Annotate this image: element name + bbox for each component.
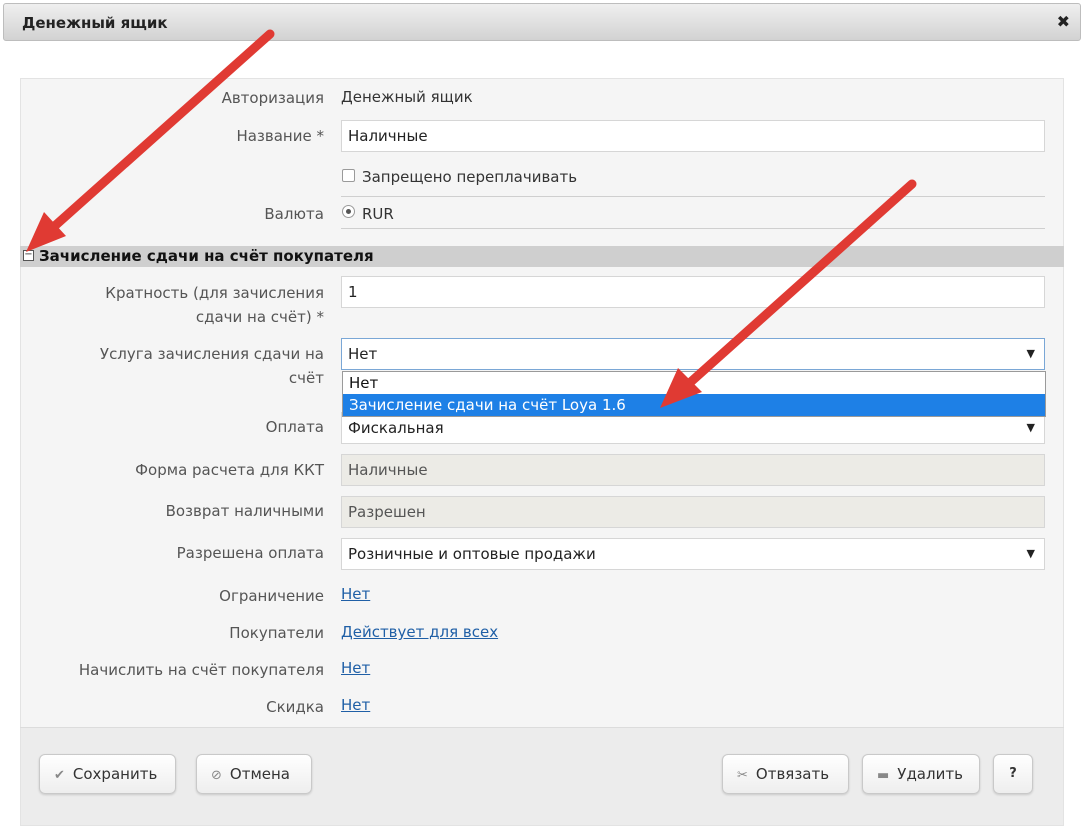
ban-icon: ⊘ (211, 768, 222, 783)
check-icon: ✔ (54, 768, 65, 783)
section-change-credit[interactable]: − Зачисление сдачи на счёт покупателя (20, 246, 1064, 267)
currency-value: RUR (362, 205, 394, 223)
credit-account-label: Начислить на счёт покупателя (78, 661, 324, 679)
divider (341, 196, 1045, 197)
multiplicity-label: Кратность (для зачисления сдачи на счёт)… (105, 284, 324, 326)
save-button[interactable]: ✔ Сохранить (39, 754, 176, 794)
unlink-button[interactable]: ✂ Отвязать (722, 754, 849, 794)
collapse-icon[interactable]: − (23, 250, 34, 261)
allowed-payment-value: Розничные и оптовые продажи (348, 545, 596, 563)
authorization-label: Авторизация (221, 89, 324, 107)
buyers-link[interactable]: Действует для всех (341, 620, 498, 644)
payment-value: Фискальная (348, 419, 444, 437)
buyers-label: Покупатели (229, 624, 324, 642)
change-service-select[interactable]: Нет ▼ (341, 338, 1045, 370)
delete-button[interactable]: ▬ Удалить (862, 754, 980, 794)
currency-radio[interactable] (342, 205, 355, 218)
payment-label: Оплата (265, 418, 324, 436)
discount-link[interactable]: Нет (341, 693, 370, 717)
divider (341, 228, 1045, 229)
dropdown-option-none[interactable]: Нет (343, 372, 1045, 394)
cash-return-field: Разрешен (341, 496, 1045, 528)
section-title: Зачисление сдачи на счёт покупателя (39, 247, 374, 265)
restriction-link[interactable]: Нет (341, 582, 370, 606)
credit-account-link[interactable]: Нет (341, 656, 370, 680)
window-titlebar: Денежный ящик ✖ (3, 3, 1081, 41)
change-service-label: Услуга зачисления сдачи на счёт (99, 345, 324, 387)
change-service-dropdown[interactable]: Нет Зачисление сдачи на счёт Loya 1.6 (342, 371, 1046, 417)
scissors-icon: ✂ (737, 768, 748, 783)
caret-down-icon: ▼ (1026, 547, 1035, 560)
no-overpay-checkbox[interactable] (342, 169, 355, 182)
help-button[interactable]: ? (993, 754, 1033, 794)
change-service-value: Нет (348, 345, 378, 363)
kkt-form-label: Форма расчета для ККТ (135, 461, 324, 479)
caret-down-icon: ▼ (1026, 347, 1035, 360)
currency-label: Валюта (264, 205, 324, 223)
minus-icon: ▬ (877, 768, 890, 783)
name-input[interactable]: Наличные (341, 120, 1045, 152)
kkt-form-field: Наличные (341, 454, 1045, 486)
restriction-label: Ограничение (219, 587, 324, 605)
close-icon[interactable]: ✖ (1057, 12, 1070, 31)
window-title: Денежный ящик (22, 14, 168, 32)
discount-label: Скидка (266, 698, 324, 716)
multiplicity-input[interactable]: 1 (341, 276, 1045, 308)
name-label: Название * (236, 127, 324, 145)
allowed-payment-select[interactable]: Розничные и оптовые продажи ▼ (341, 538, 1045, 570)
allowed-payment-label: Разрешена оплата (176, 544, 324, 562)
cash-return-label: Возврат наличными (165, 502, 324, 520)
no-overpay-label: Запрещено переплачивать (362, 168, 578, 186)
caret-down-icon: ▼ (1026, 421, 1035, 434)
cancel-button[interactable]: ⊘ Отмена (196, 754, 312, 794)
dropdown-option-loya[interactable]: Зачисление сдачи на счёт Loya 1.6 (343, 394, 1045, 416)
authorization-value: Денежный ящик (341, 88, 473, 106)
